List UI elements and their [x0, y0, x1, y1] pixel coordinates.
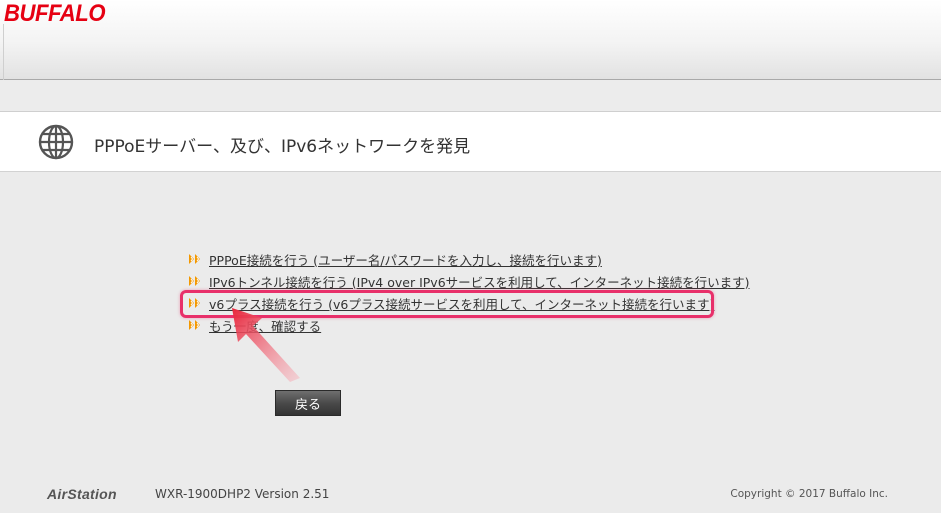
double-arrow-icon: [189, 298, 200, 308]
airstation-logo: AirStation: [47, 486, 117, 502]
link-pppoe-label[interactable]: PPPoE接続を行う (ユーザー名/パスワードを入力し、接続を行います): [209, 250, 602, 269]
globe-icon: [38, 124, 74, 160]
header-panel: [3, 24, 941, 80]
connection-options-list: PPPoE接続を行う (ユーザー名/パスワードを入力し、接続を行います) IPv…: [188, 248, 750, 336]
content-area: PPPoE接続を行う (ユーザー名/パスワードを入力し、接続を行います) IPv…: [0, 173, 941, 513]
page-title: PPPoEサーバー、及び、IPv6ネットワークを発見: [94, 137, 471, 157]
header: BUFFALO: [0, 0, 941, 80]
copyright: Copyright © 2017 Buffalo Inc.: [730, 488, 888, 500]
link-ipv6-tunnel-label[interactable]: IPv6トンネル接続を行う (IPv4 over IPv6サービスを利用して、イ…: [209, 272, 750, 291]
double-arrow-icon: [189, 276, 200, 286]
menu-band: [0, 80, 941, 112]
link-v6plus-label[interactable]: v6プラス接続を行う (v6プラス接続サービスを利用して、インターネット接続を行…: [209, 294, 714, 313]
model-version: WXR-1900DHP2 Version 2.51: [155, 487, 330, 501]
title-bar: PPPoEサーバー、及び、IPv6ネットワークを発見: [0, 112, 941, 172]
link-recheck-label[interactable]: もう一度、確認する: [209, 316, 321, 335]
double-arrow-icon: [189, 320, 200, 330]
link-item-pppoe[interactable]: PPPoE接続を行う (ユーザー名/パスワードを入力し、接続を行います): [188, 248, 750, 270]
double-arrow-icon: [189, 254, 200, 264]
link-item-v6plus[interactable]: v6プラス接続を行う (v6プラス接続サービスを利用して、インターネット接続を行…: [188, 292, 750, 314]
link-item-recheck[interactable]: もう一度、確認する: [188, 314, 750, 336]
link-item-ipv6-tunnel[interactable]: IPv6トンネル接続を行う (IPv4 over IPv6サービスを利用して、イ…: [188, 270, 750, 292]
back-button[interactable]: 戻る: [275, 390, 341, 416]
